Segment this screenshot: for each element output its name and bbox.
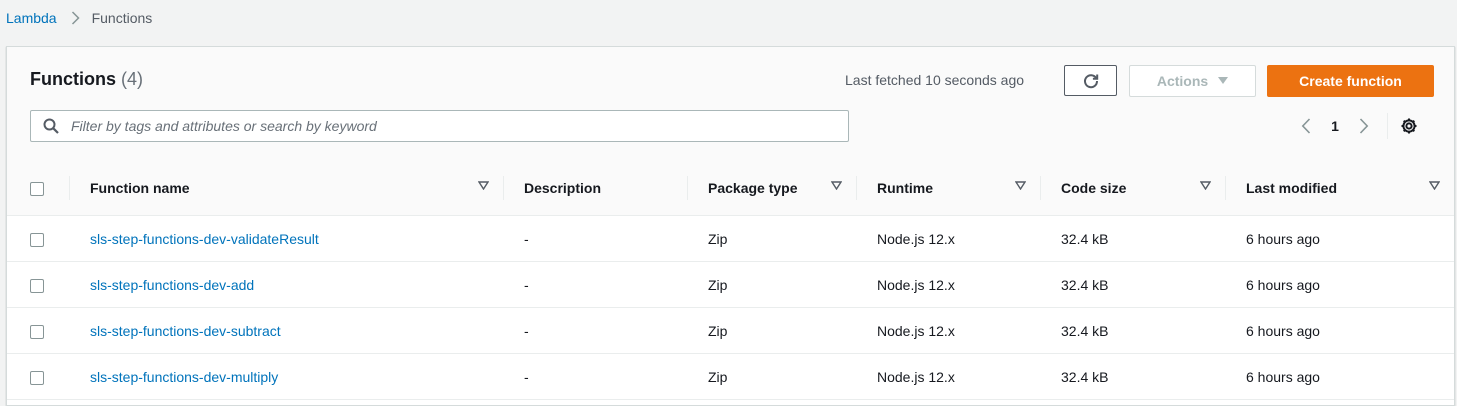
row-checkbox[interactable] bbox=[30, 278, 44, 293]
package-type-cell: Zip bbox=[687, 215, 856, 262]
functions-table: Function name Description Package type R… bbox=[7, 160, 1454, 400]
function-name-link[interactable]: sls-step-functions-dev-validateResult bbox=[90, 231, 319, 247]
row-checkbox[interactable] bbox=[30, 232, 44, 247]
select-all-checkbox[interactable] bbox=[30, 181, 44, 196]
column-label: Runtime bbox=[877, 179, 933, 196]
table-row[interactable]: sls-step-functions-dev-multiply - Zip No… bbox=[7, 353, 1454, 400]
description-cell: - bbox=[503, 353, 687, 400]
sort-down-icon[interactable] bbox=[478, 181, 489, 190]
function-name-link[interactable]: sls-step-functions-dev-subtract bbox=[90, 323, 281, 339]
table-row[interactable]: sls-step-functions-dev-subtract - Zip No… bbox=[7, 307, 1454, 354]
pagination: 1 bbox=[1293, 113, 1418, 139]
sort-down-icon[interactable] bbox=[1015, 181, 1026, 190]
function-name-link[interactable]: sls-step-functions-dev-add bbox=[90, 277, 254, 293]
last-modified-cell: 6 hours ago bbox=[1225, 261, 1454, 308]
column-label: Package type bbox=[708, 179, 798, 196]
row-select-cell bbox=[7, 353, 69, 400]
column-label: Last modified bbox=[1246, 179, 1338, 196]
row-checkbox[interactable] bbox=[30, 324, 44, 339]
code-size-cell: 32.4 kB bbox=[1040, 353, 1225, 400]
table-row[interactable]: sls-step-functions-dev-add - Zip Node.js… bbox=[7, 261, 1454, 308]
create-function-button[interactable]: Create function bbox=[1267, 65, 1434, 97]
refresh-icon bbox=[1082, 72, 1100, 90]
actions-button[interactable]: Actions bbox=[1129, 65, 1256, 97]
column-header-runtime[interactable]: Runtime bbox=[856, 160, 1040, 216]
function-name-cell: sls-step-functions-dev-add bbox=[69, 261, 503, 308]
sort-down-icon[interactable] bbox=[1429, 181, 1440, 190]
refresh-button[interactable] bbox=[1064, 65, 1117, 96]
column-label: Description bbox=[524, 179, 602, 196]
table-row[interactable]: sls-step-functions-dev-validateResult - … bbox=[7, 215, 1454, 262]
functions-panel: Functions (4) Last fetched 10 seconds ago… bbox=[6, 46, 1455, 406]
column-header-last-modified[interactable]: Last modified bbox=[1225, 160, 1454, 216]
row-select-cell bbox=[7, 261, 69, 308]
package-type-cell: Zip bbox=[687, 353, 856, 400]
search-icon bbox=[43, 118, 59, 134]
last-modified-cell: 6 hours ago bbox=[1225, 215, 1454, 262]
description-cell: - bbox=[503, 261, 687, 308]
row-checkbox[interactable] bbox=[30, 370, 44, 385]
column-label: Function name bbox=[90, 179, 190, 196]
panel-header: Functions (4) Last fetched 10 seconds ago… bbox=[7, 47, 1454, 161]
function-name-cell: sls-step-functions-dev-validateResult bbox=[69, 215, 503, 262]
chevron-right-icon[interactable] bbox=[1351, 118, 1377, 134]
runtime-cell: Node.js 12.x bbox=[856, 353, 1040, 400]
pager-divider bbox=[1387, 113, 1388, 139]
last-fetched-text: Last fetched 10 seconds ago bbox=[845, 72, 1025, 88]
package-type-cell: Zip bbox=[687, 307, 856, 354]
select-all-cell bbox=[7, 160, 69, 216]
function-name-link[interactable]: sls-step-functions-dev-multiply bbox=[90, 369, 278, 385]
code-size-cell: 32.4 kB bbox=[1040, 261, 1225, 308]
description-cell: - bbox=[503, 307, 687, 354]
function-name-cell: sls-step-functions-dev-subtract bbox=[69, 307, 503, 354]
caret-down-icon bbox=[1218, 77, 1229, 85]
package-type-cell: Zip bbox=[687, 261, 856, 308]
search-field[interactable] bbox=[30, 110, 849, 142]
description-cell: - bbox=[503, 215, 687, 262]
code-size-cell: 32.4 kB bbox=[1040, 307, 1225, 354]
row-select-cell bbox=[7, 215, 69, 262]
runtime-cell: Node.js 12.x bbox=[856, 307, 1040, 354]
page-number[interactable]: 1 bbox=[1319, 118, 1351, 134]
column-label: Code size bbox=[1061, 179, 1127, 196]
runtime-cell: Node.js 12.x bbox=[856, 215, 1040, 262]
breadcrumb: Lambda Functions bbox=[6, 0, 152, 36]
last-modified-cell: 6 hours ago bbox=[1225, 307, 1454, 354]
sort-down-icon[interactable] bbox=[831, 181, 842, 190]
function-count: (4) bbox=[121, 69, 143, 89]
table-header-row: Function name Description Package type R… bbox=[7, 160, 1454, 216]
page-title: Functions (4) bbox=[30, 69, 143, 90]
runtime-cell: Node.js 12.x bbox=[856, 261, 1040, 308]
column-header-package-type[interactable]: Package type bbox=[687, 160, 856, 216]
title-text: Functions bbox=[30, 69, 116, 89]
chevron-right-icon bbox=[71, 11, 80, 25]
sort-down-icon[interactable] bbox=[1200, 181, 1211, 190]
column-header-function-name[interactable]: Function name bbox=[69, 160, 503, 216]
row-select-cell bbox=[7, 307, 69, 354]
gear-icon[interactable] bbox=[1400, 117, 1418, 135]
breadcrumb-current: Functions bbox=[91, 10, 153, 26]
breadcrumb-lambda-link[interactable]: Lambda bbox=[6, 10, 57, 26]
chevron-left-icon[interactable] bbox=[1293, 118, 1319, 134]
search-input[interactable] bbox=[69, 117, 848, 135]
function-name-cell: sls-step-functions-dev-multiply bbox=[69, 353, 503, 400]
column-header-description: Description bbox=[503, 160, 687, 216]
actions-label: Actions bbox=[1156, 73, 1209, 89]
code-size-cell: 32.4 kB bbox=[1040, 215, 1225, 262]
last-modified-cell: 6 hours ago bbox=[1225, 353, 1454, 400]
column-header-code-size[interactable]: Code size bbox=[1040, 160, 1225, 216]
